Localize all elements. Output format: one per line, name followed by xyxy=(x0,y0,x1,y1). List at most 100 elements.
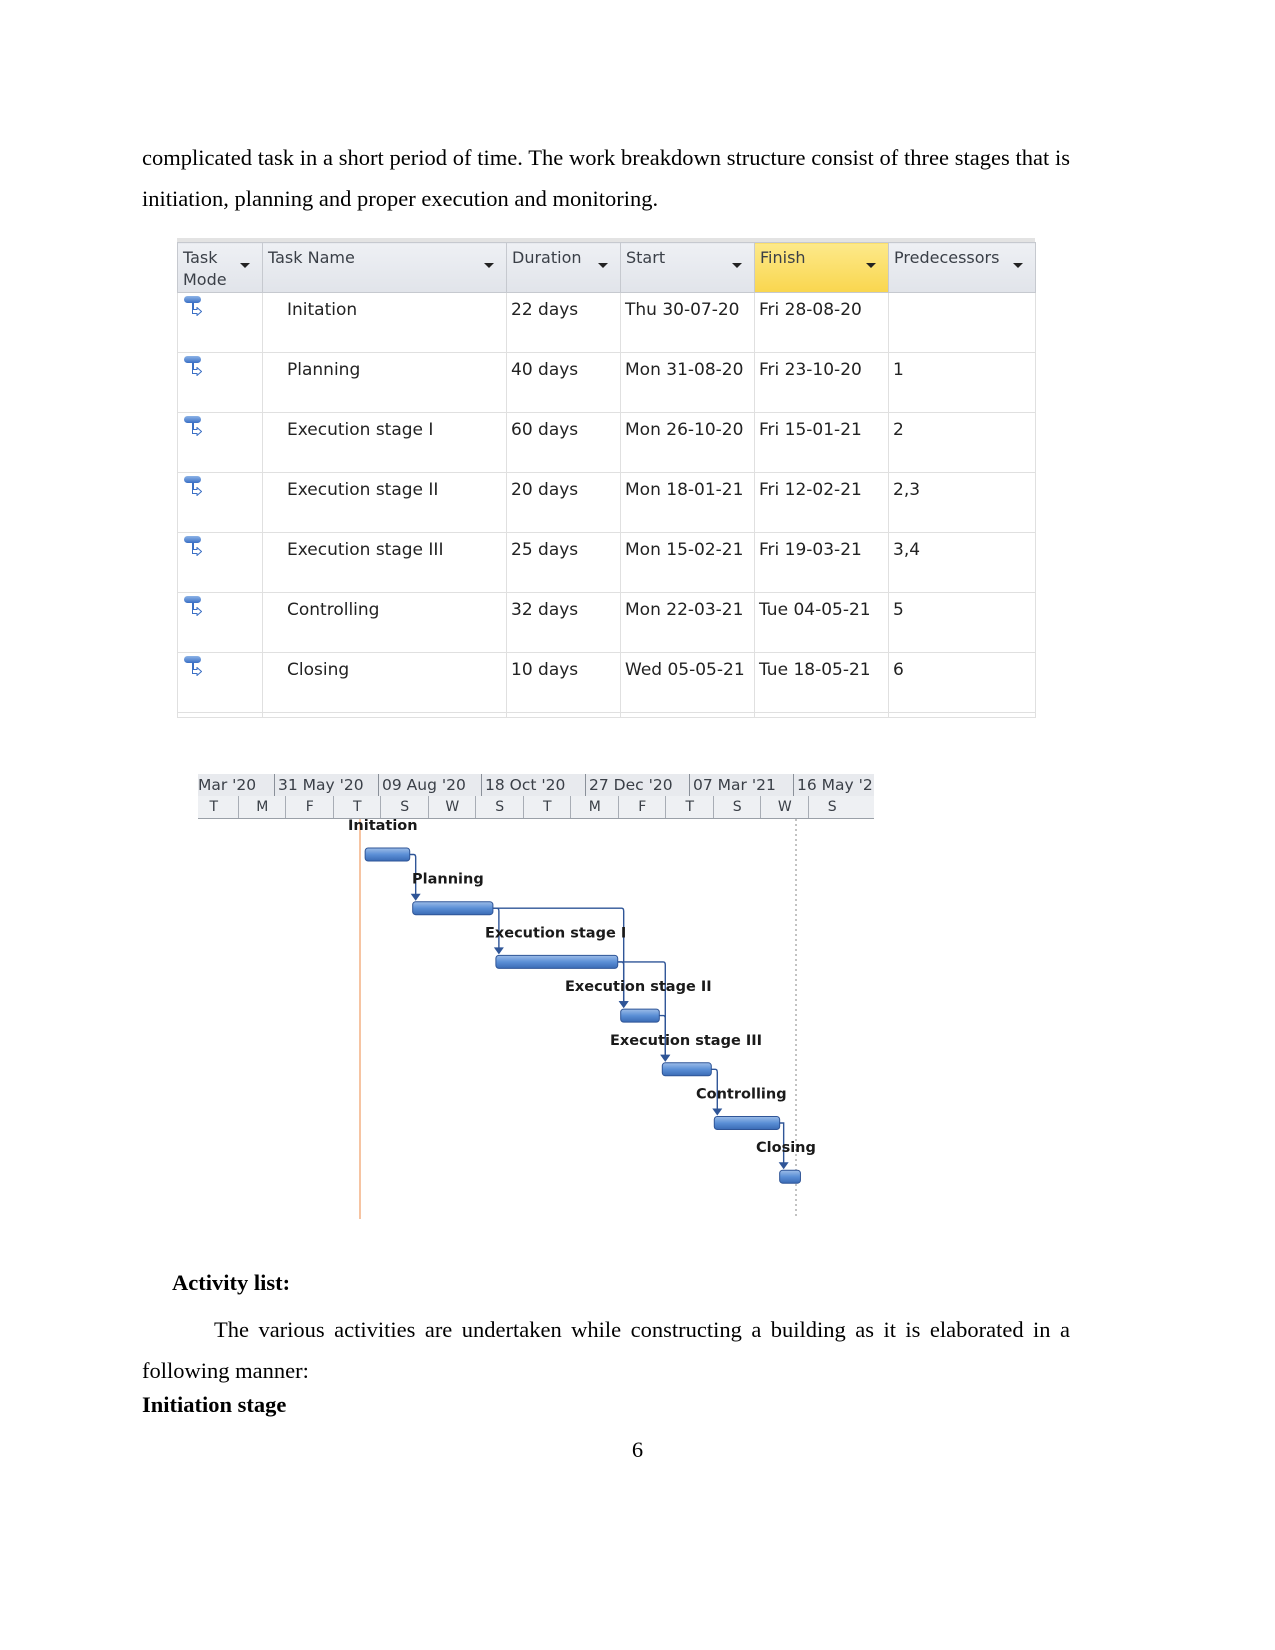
dependency-arrow-icon xyxy=(712,1108,723,1116)
dropdown-arrow-icon[interactable] xyxy=(484,263,494,268)
cell-predecessors[interactable]: 3,4 xyxy=(888,532,1036,593)
cell-predecessors[interactable]: 6 xyxy=(888,652,1036,713)
table-row[interactable]: Closing 10 days Wed 05-05-21 Tue 18-05-21 6 xyxy=(177,652,1036,713)
intro-paragraph: complicated task in a short period of ti… xyxy=(142,145,1070,211)
dropdown-arrow-icon[interactable] xyxy=(732,263,742,268)
table-row[interactable]: Execution stage II 20 days Mon 18-01-21 Fri… xyxy=(177,472,1036,533)
cell-duration[interactable]: 22 days xyxy=(506,292,621,353)
task-mode-cell[interactable] xyxy=(177,292,263,353)
gantt-task-label: Closing xyxy=(756,1140,816,1156)
cell-name[interactable]: Closing xyxy=(262,652,507,713)
cell-finish[interactable]: Fri 28-08-20 xyxy=(754,292,889,353)
auto-scheduled-task-icon xyxy=(184,416,206,442)
cell-predecessors[interactable] xyxy=(888,292,1036,353)
column-header-label: Task Mode xyxy=(183,248,227,289)
table-row[interactable]: Execution stage I 60 days Mon 26-10-20 Fri … xyxy=(177,412,1036,473)
dropdown-arrow-icon[interactable] xyxy=(866,263,876,268)
dependency-arrow-icon xyxy=(410,893,421,901)
dropdown-arrow-icon[interactable] xyxy=(598,263,608,268)
cell-duration[interactable]: 20 days xyxy=(506,472,621,533)
auto-scheduled-task-icon xyxy=(184,536,206,562)
gantt-bar xyxy=(779,1169,801,1184)
cell-finish[interactable]: Tue 18-05-21 xyxy=(754,652,889,713)
empty-cell xyxy=(620,712,755,718)
activity-paragraph: The various activities are undertaken wh… xyxy=(142,1317,1070,1383)
auto-scheduled-task-icon xyxy=(184,476,206,502)
cell-name[interactable]: Execution stage III xyxy=(262,532,507,593)
auto-scheduled-task-icon xyxy=(184,356,206,382)
activity-list-heading: Activity list: xyxy=(172,1270,291,1295)
cell-duration[interactable]: 60 days xyxy=(506,412,621,473)
empty-cell xyxy=(506,712,621,718)
column-header-mode[interactable]: Task Mode xyxy=(177,242,263,293)
initiation-stage-heading: Initiation stage xyxy=(142,1392,287,1417)
column-header-start[interactable]: Start xyxy=(620,242,755,293)
cell-name[interactable]: Planning xyxy=(262,352,507,413)
task-mode-cell[interactable] xyxy=(177,472,263,533)
cell-start[interactable]: Mon 31-08-20 xyxy=(620,352,755,413)
dependency-arrow-icon xyxy=(618,1001,629,1009)
cell-name[interactable]: Execution stage II xyxy=(262,472,507,533)
cell-predecessors[interactable]: 5 xyxy=(888,592,1036,653)
gantt-task-label: Execution stage I xyxy=(485,925,626,941)
cell-finish[interactable]: Tue 04-05-21 xyxy=(754,592,889,653)
cell-predecessors[interactable]: 2,3 xyxy=(888,472,1036,533)
gantt-task-label: Execution stage III xyxy=(610,1033,762,1049)
table-header-row: Task Mode Task Name Duration Start Finish Pre… xyxy=(177,242,1036,293)
column-header-duration[interactable]: Duration xyxy=(506,242,621,293)
task-mode-cell[interactable] xyxy=(177,592,263,653)
table-row[interactable]: Planning 40 days Mon 31-08-20 Fri 23-10-20 1 xyxy=(177,352,1036,413)
gantt-task-label: Controlling xyxy=(696,1087,787,1103)
column-header-finish[interactable]: Finish xyxy=(754,242,889,293)
gantt-bar xyxy=(661,1062,712,1077)
auto-scheduled-task-icon xyxy=(184,656,206,682)
project-task-table: Task Mode Task Name Duration Start Finish Pre… xyxy=(177,238,1036,718)
empty-cell xyxy=(177,712,263,718)
auto-scheduled-task-icon xyxy=(184,596,206,622)
table-body: Initation 22 days Thu 30-07-20 Fri 28-08-20… xyxy=(177,292,1036,718)
gantt-bars-canvas: Initation Planning Execution stage I Execut… xyxy=(348,818,816,1219)
cell-finish[interactable]: Fri 23-10-20 xyxy=(754,352,889,413)
column-header-name[interactable]: Task Name xyxy=(262,242,507,293)
cell-duration[interactable]: 40 days xyxy=(506,352,621,413)
gantt-bar xyxy=(495,954,619,969)
table-row[interactable]: Execution stage III 25 days Mon 15-02-21 Fr… xyxy=(177,532,1036,593)
task-mode-cell[interactable] xyxy=(177,412,263,473)
cell-start[interactable]: Wed 05-05-21 xyxy=(620,652,755,713)
dropdown-arrow-icon[interactable] xyxy=(240,263,250,268)
cell-start[interactable]: Thu 30-07-20 xyxy=(620,292,755,353)
task-mode-cell[interactable] xyxy=(177,352,263,413)
cell-predecessors[interactable]: 2 xyxy=(888,412,1036,473)
cell-finish[interactable]: Fri 19-03-21 xyxy=(754,532,889,593)
gantt-bar xyxy=(412,901,494,916)
cell-name[interactable]: Execution stage I xyxy=(262,412,507,473)
cell-finish[interactable]: Fri 12-02-21 xyxy=(754,472,889,533)
cell-finish[interactable]: Fri 15-01-21 xyxy=(754,412,889,473)
dependency-arrow-icon xyxy=(660,1054,671,1062)
task-mode-cell[interactable] xyxy=(177,532,263,593)
cell-name[interactable]: Controlling xyxy=(262,592,507,653)
cell-start[interactable]: Mon 18-01-21 xyxy=(620,472,755,533)
cell-duration[interactable]: 32 days xyxy=(506,592,621,653)
dropdown-arrow-icon[interactable] xyxy=(1013,263,1023,268)
column-header-label: Predecessors xyxy=(894,248,1000,267)
empty-row xyxy=(177,712,1036,718)
table-row[interactable]: Controlling 32 days Mon 22-03-21 Tue 04-05-… xyxy=(177,592,1036,653)
cell-duration[interactable]: 25 days xyxy=(506,532,621,593)
gantt-task-label: Execution stage II xyxy=(565,979,712,995)
empty-cell xyxy=(262,712,507,718)
auto-scheduled-task-icon xyxy=(184,296,206,322)
column-header-label: Task Name xyxy=(268,248,355,267)
table-row[interactable]: Initation 22 days Thu 30-07-20 Fri 28-08-20 xyxy=(177,292,1036,353)
cell-duration[interactable]: 10 days xyxy=(506,652,621,713)
gantt-bar xyxy=(620,1008,660,1023)
page-number: 6 xyxy=(631,1437,644,1462)
empty-cell xyxy=(888,712,1036,718)
cell-name[interactable]: Initation xyxy=(262,292,507,353)
cell-start[interactable]: Mon 22-03-21 xyxy=(620,592,755,653)
cell-start[interactable]: Mon 26-10-20 xyxy=(620,412,755,473)
cell-start[interactable]: Mon 15-02-21 xyxy=(620,532,755,593)
column-header-predecessors[interactable]: Predecessors xyxy=(888,242,1036,293)
cell-predecessors[interactable]: 1 xyxy=(888,352,1036,413)
task-mode-cell[interactable] xyxy=(177,652,263,713)
